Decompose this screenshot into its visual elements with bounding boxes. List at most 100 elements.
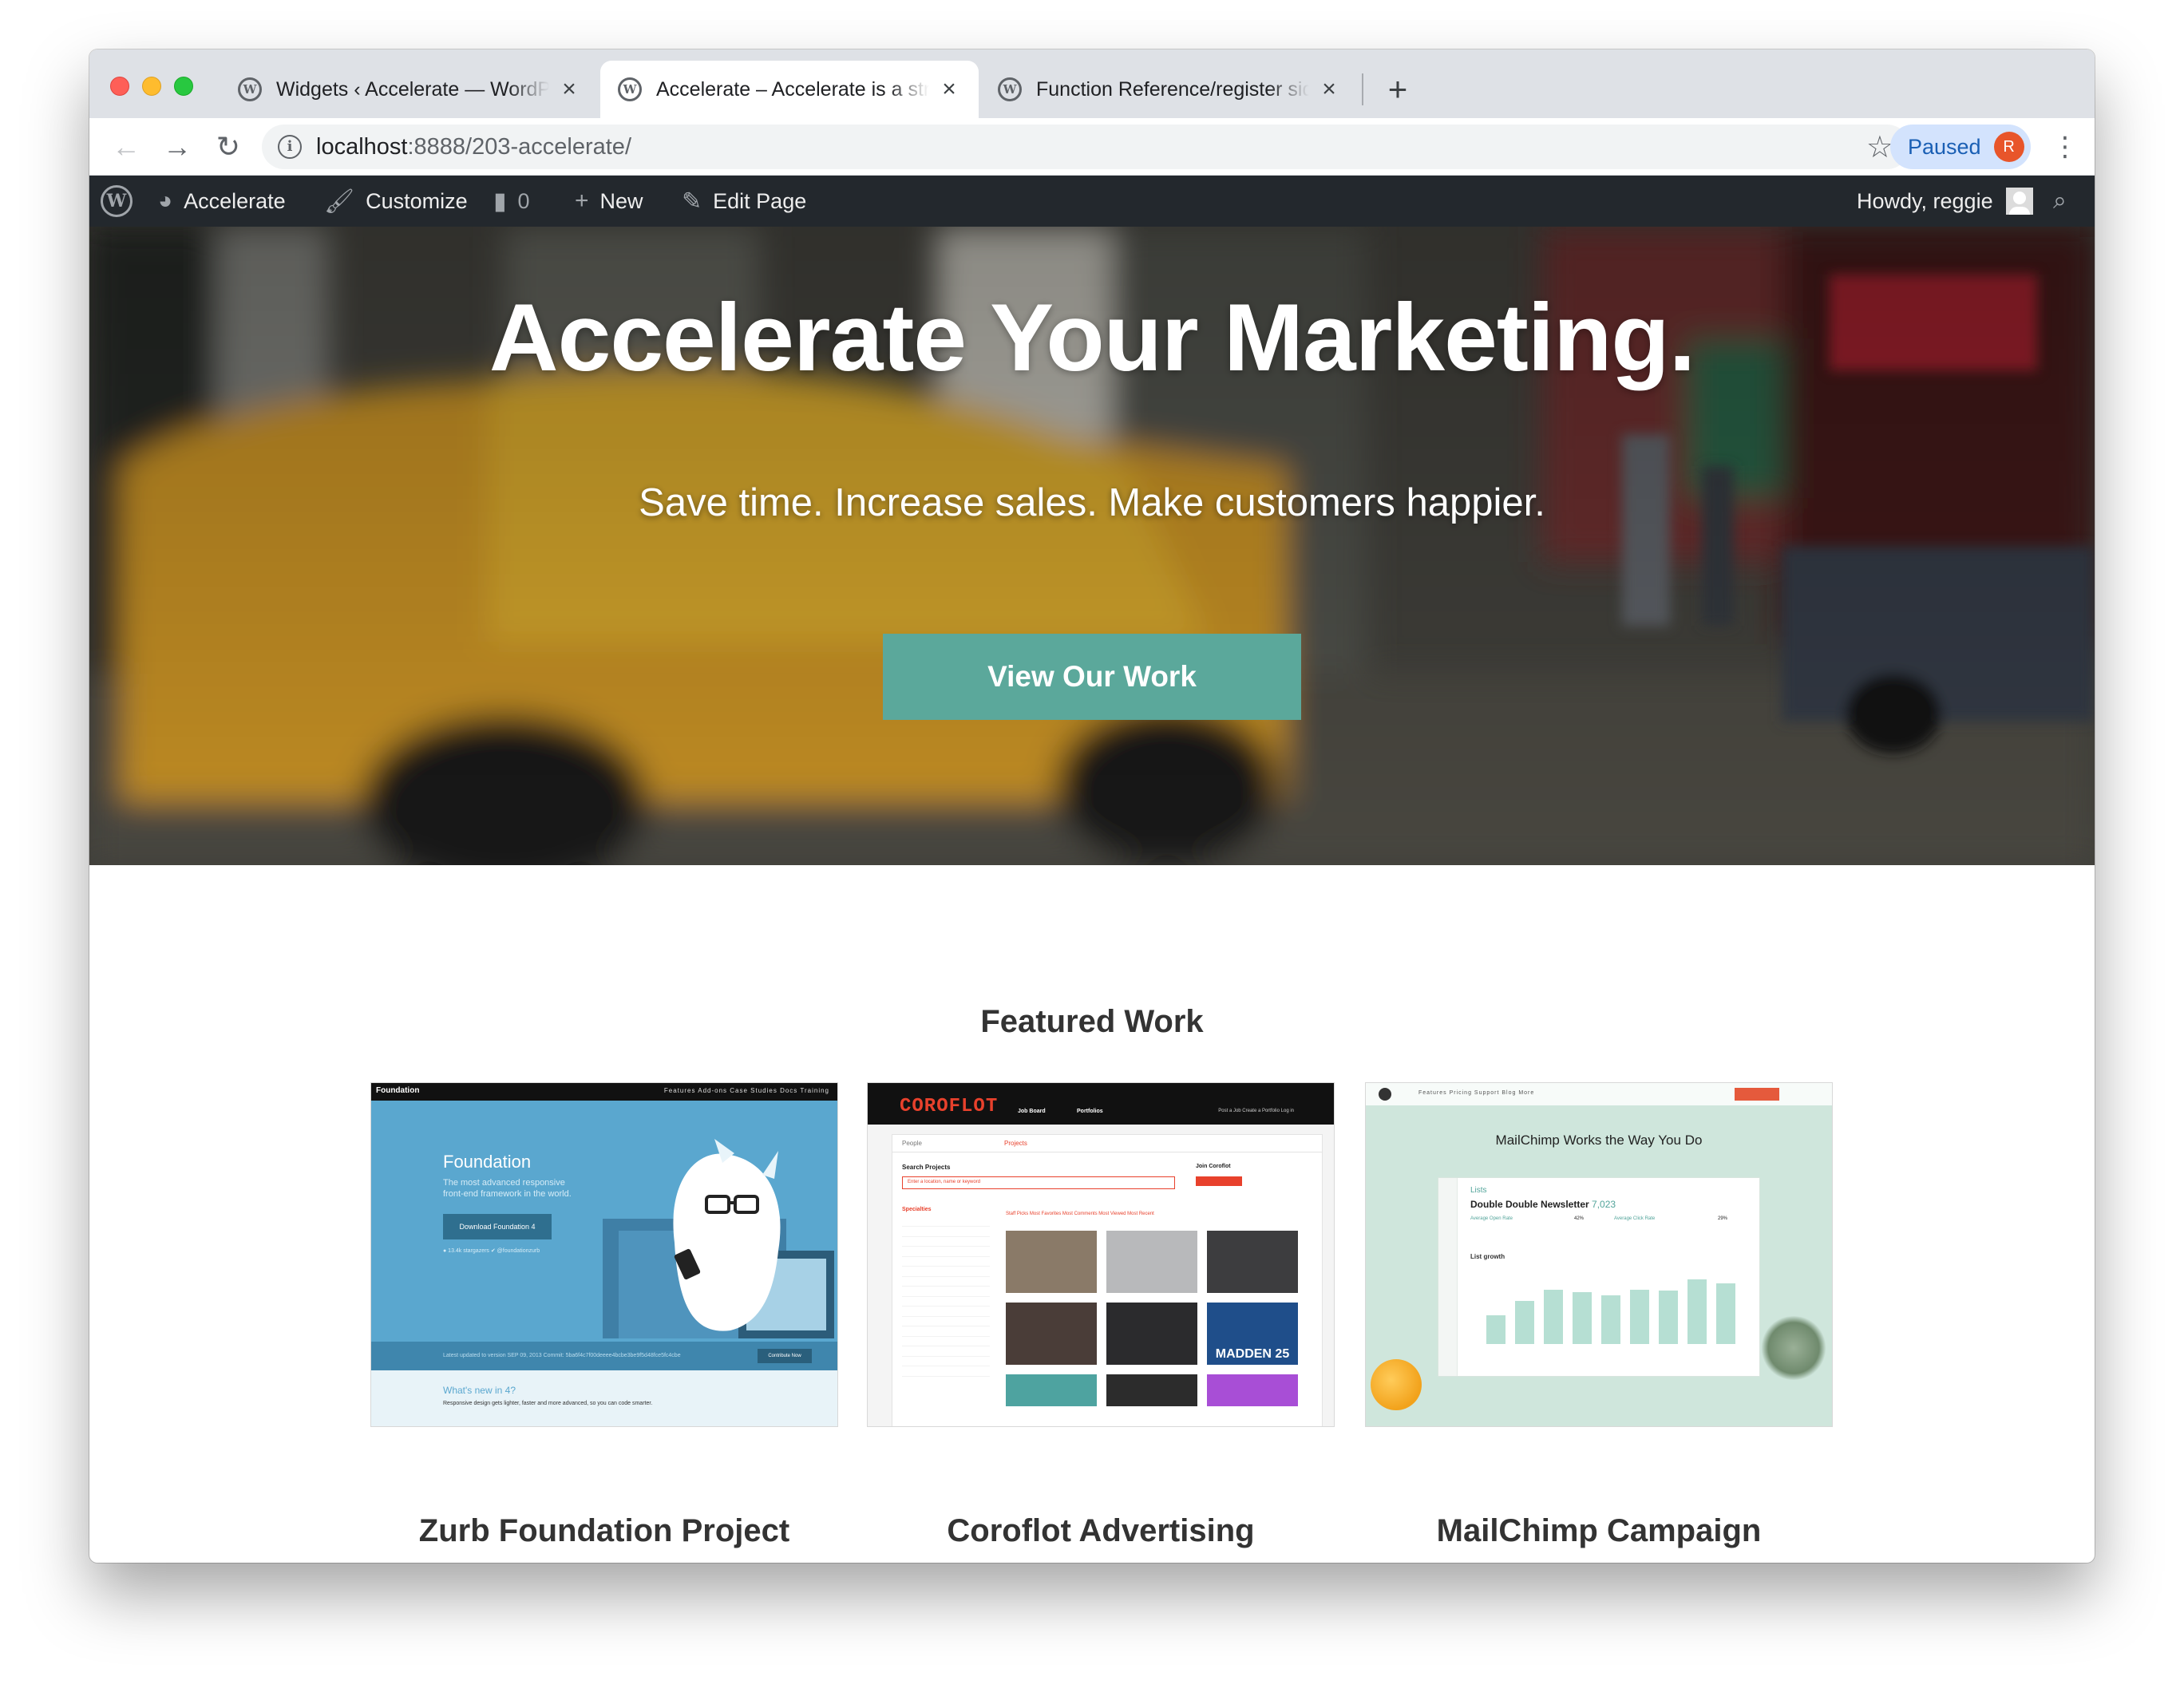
wordpress-logo-icon: W [101, 185, 133, 217]
thumb-chart-bar [1486, 1315, 1505, 1344]
profile-avatar: R [1993, 132, 2024, 162]
comment-bubble-icon: ▮ [493, 188, 507, 215]
thumb-nav-right: Post a Job Create a Portfolio Log in [1218, 1109, 1294, 1113]
hero-title: Accelerate Your Marketing. [489, 284, 1695, 391]
featured-item-title[interactable]: Coroflot Advertising [819, 1513, 1383, 1549]
admin-search[interactable]: ⌕ [2053, 176, 2078, 227]
tab-separator [1362, 73, 1363, 105]
thumb-newsletter: Double Double Newsletter 7,023 [1470, 1199, 1616, 1210]
thumb-stats: ● 13.4k stargazers ✔ @foundationzurb [443, 1248, 540, 1254]
wp-logo-menu[interactable]: W [101, 176, 133, 227]
thumb-chart-bar [1573, 1292, 1592, 1344]
comments-link[interactable]: ▮ 0 [493, 176, 530, 227]
reload-icon[interactable]: ↻ [211, 129, 246, 164]
close-tab-icon[interactable]: × [1317, 76, 1341, 103]
thumb-search-label: Search Projects [902, 1164, 951, 1171]
wordpress-favicon-icon: W [998, 77, 1022, 101]
site-name-menu[interactable]: ◕ Accelerate [158, 176, 286, 227]
thumb-growth-label: List growth [1470, 1253, 1505, 1260]
thumb-project-image [1006, 1374, 1097, 1406]
my-account-menu[interactable]: Howdy, reggie [1857, 176, 2033, 227]
search-icon: ⌕ [2053, 188, 2067, 214]
thumb-brand: COROFLOT [900, 1096, 999, 1117]
minimize-window-button[interactable] [142, 77, 161, 96]
thumb-answer: Responsive design gets lighter, faster a… [443, 1401, 653, 1406]
featured-item-title[interactable]: Zurb Foundation Project [322, 1513, 886, 1549]
wordpress-favicon-icon: W [238, 77, 262, 101]
thumb-project-image [1207, 1374, 1298, 1406]
url-host: localhost [316, 134, 408, 160]
thumb-chart-bar [1601, 1295, 1620, 1344]
orange-decoration [1371, 1359, 1422, 1410]
browser-toolbar: ← → ↻ i localhost:8888/203-accelerate/ ☆… [89, 118, 2095, 176]
address-bar[interactable]: i localhost:8888/203-accelerate/ ☆ [262, 125, 1909, 169]
featured-item-coroflot[interactable]: COROFLOT Job Board Portfolios Post a Job… [867, 1082, 1335, 1548]
mailchimp-thumbnail[interactable]: Features Pricing Support Blog More MailC… [1365, 1082, 1833, 1427]
new-content-menu[interactable]: + New [575, 176, 643, 227]
thumb-project-image [1106, 1231, 1197, 1293]
new-tab-button[interactable]: + [1378, 67, 1418, 112]
maximize-window-button[interactable] [174, 77, 193, 96]
thumb-chart-bar [1716, 1283, 1735, 1344]
thumb-download-button: Download Foundation 4 [443, 1214, 552, 1239]
thumb-search-placeholder: Enter a location, name or keyword [908, 1180, 981, 1184]
featured-item-title[interactable]: MailChimp Campaign [1317, 1513, 1881, 1549]
tab-function-reference[interactable]: W Function Reference/register sidebar × [980, 61, 1359, 118]
thumb-join-button [1196, 1176, 1242, 1186]
edit-page-label: Edit Page [713, 188, 807, 213]
thumb-whats-new: What's new in 4? Responsive design gets … [371, 1370, 837, 1426]
thumb-newsletter-name: Double Double Newsletter [1470, 1199, 1589, 1210]
thumb-search-box: Enter a location, name or keyword [902, 1176, 1175, 1189]
thumb-heading: Foundation [443, 1152, 532, 1172]
thumb-categories: Specialties [902, 1207, 990, 1377]
thumb-nav: Features Add-ons Case Studies Docs Train… [663, 1087, 829, 1094]
forward-icon[interactable]: → [160, 129, 195, 164]
profile-button[interactable]: Paused R [1890, 125, 2031, 169]
plus-icon: + [575, 188, 589, 214]
thumb-chart-bar [1515, 1301, 1534, 1344]
thumb-version-note: Latest updated to version SEP 09, 2013 C… [443, 1353, 681, 1358]
browser-menu-icon[interactable]: ⋮ [2051, 129, 2079, 164]
hero-section: Accelerate Your Marketing. Save time. In… [89, 227, 2095, 865]
bookmark-star-icon[interactable]: ☆ [1866, 129, 1893, 165]
thumb-version-strip: Latest updated to version SEP 09, 2013 C… [371, 1342, 837, 1370]
tab-title: Widgets ‹ Accelerate — WordPress [276, 77, 549, 101]
new-label: New [599, 188, 643, 213]
thumb-filters: Staff Picks Most Favorites Most Comments… [1006, 1212, 1154, 1216]
site-info-icon[interactable]: i [278, 135, 302, 159]
featured-item-mailchimp[interactable]: Features Pricing Support Blog More MailC… [1365, 1082, 1833, 1548]
close-window-button[interactable] [110, 77, 129, 96]
profile-status: Paused [1908, 134, 1981, 159]
edit-page-link[interactable]: ✎ Edit Page [682, 176, 806, 227]
thumb-dashboard-card: Lists Double Double Newsletter 7,023 Ave… [1438, 1177, 1760, 1377]
thumb-chart-bar [1659, 1291, 1678, 1344]
thumb-madden-tile: MADDEN 25 [1207, 1303, 1298, 1365]
foundation-thumbnail[interactable]: Foundation Features Add-ons Case Studies… [370, 1082, 838, 1427]
paintbrush-icon: 🖌 [324, 188, 355, 215]
featured-work-heading: Featured Work [980, 1004, 1204, 1039]
thumb-lists: Lists [1470, 1186, 1487, 1195]
view-our-work-button[interactable]: View Our Work [883, 634, 1301, 720]
tab-title: Function Reference/register sidebar [1036, 77, 1309, 101]
customize-link[interactable]: 🖌 Customize [324, 176, 468, 227]
tab-widgets[interactable]: W Widgets ‹ Accelerate — WordPress × [220, 61, 599, 118]
thumb-topbar: Features Pricing Support Blog More [1366, 1083, 1832, 1105]
tab-accelerate[interactable]: W Accelerate – Accelerate is a strategy … [600, 61, 979, 118]
thumb-nav: Features Pricing Support Blog More [1418, 1090, 1535, 1096]
featured-item-foundation[interactable]: Foundation Features Add-ons Case Studies… [370, 1082, 838, 1548]
thumb-topbar: Foundation Features Add-ons Case Studies… [371, 1083, 837, 1101]
coroflot-thumbnail[interactable]: COROFLOT Job Board Portfolios Post a Job… [867, 1082, 1335, 1427]
thumb-join: Join Coroflot [1196, 1164, 1231, 1169]
thumb-project-image [1207, 1231, 1298, 1293]
user-avatar [2005, 188, 2033, 215]
url-path: :8888/203-accelerate/ [407, 134, 631, 160]
back-icon[interactable]: ← [109, 129, 144, 164]
yeti-mascot-illustration [603, 1139, 834, 1338]
close-tab-icon[interactable]: × [937, 76, 961, 103]
url-text[interactable]: localhost:8888/203-accelerate/ [316, 134, 631, 160]
browser-window: W Widgets ‹ Accelerate — WordPress × W A… [89, 49, 2095, 1563]
thumb-open-rate-value: 42% [1574, 1216, 1585, 1221]
close-tab-icon[interactable]: × [557, 76, 581, 103]
dashboard-icon: ◕ [158, 188, 173, 214]
thumb-contribute-button: Contribute Now [758, 1349, 812, 1363]
